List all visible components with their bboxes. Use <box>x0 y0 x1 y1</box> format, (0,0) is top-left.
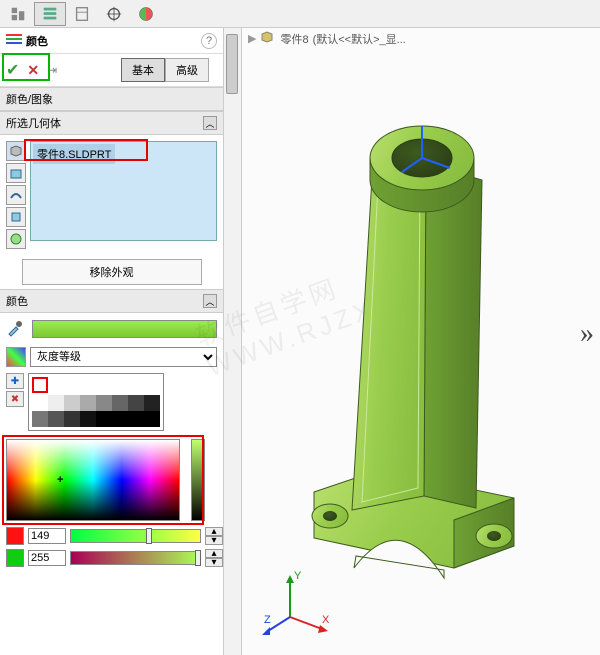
collapse-icon[interactable]: ︿ <box>203 116 217 130</box>
panel-tab-strip <box>0 0 600 28</box>
current-color-swatch[interactable] <box>32 320 217 338</box>
mode-switch: 基本 高级 <box>121 58 209 82</box>
r-value-input[interactable] <box>28 528 66 544</box>
svg-text:Z: Z <box>264 614 271 626</box>
g-swatch <box>6 549 24 567</box>
filter-surface-icon[interactable] <box>6 185 26 205</box>
crumb-state[interactable]: (默认<<默认>_显... <box>313 31 406 47</box>
rgb-g-row: ▴▾ <box>0 547 223 569</box>
swatch-area: ✚ ✖ <box>0 369 223 435</box>
palette-select[interactable]: 灰度等级 <box>30 347 217 367</box>
tab-property-manager[interactable] <box>34 2 66 26</box>
swatch-tools: ✚ ✖ <box>6 373 24 431</box>
filter-face-icon[interactable] <box>6 163 26 183</box>
section-geometry-label: 所选几何体 <box>6 115 61 131</box>
collapse-icon[interactable]: ︿ <box>203 294 217 308</box>
highlight-first-swatch <box>32 377 48 393</box>
g-value-input[interactable] <box>28 550 66 566</box>
part-icon <box>260 30 276 47</box>
mode-basic[interactable]: 基本 <box>121 58 165 82</box>
tab-feature-tree[interactable] <box>2 2 34 26</box>
rgb-r-row: ▴▾ <box>0 525 223 547</box>
filter-icons <box>6 141 26 249</box>
section-color[interactable]: 颜色 ︿ <box>0 289 223 313</box>
orientation-triad[interactable]: Y X Z <box>262 567 332 637</box>
cancel-button[interactable]: ✕ <box>27 62 39 79</box>
color-lines-icon <box>6 32 22 49</box>
selection-list[interactable]: 零件8.SLDPRT <box>30 141 217 241</box>
eyedropper-icon[interactable] <box>6 319 26 339</box>
selection-item[interactable]: 零件8.SLDPRT <box>33 144 115 164</box>
pin-button[interactable]: ⇥ <box>47 63 57 77</box>
geometry-body: 零件8.SLDPRT <box>0 135 223 255</box>
g-slider[interactable] <box>70 551 201 565</box>
r-swatch <box>6 527 24 545</box>
crumb-part[interactable]: 零件8 <box>280 31 308 47</box>
model-view[interactable] <box>244 68 600 628</box>
remove-swatch-button[interactable]: ✖ <box>6 391 24 407</box>
hue-cursor[interactable]: + <box>57 474 69 486</box>
hue-picker-area: + <box>0 435 223 525</box>
section-color-image[interactable]: 颜色/图象 <box>0 87 223 111</box>
property-panel: 颜色 ? ✔ ✕ ⇥ 基本 高级 颜色/图象 所选几何体 ︿ 零件8.SLDPR… <box>0 28 224 655</box>
filter-feature-icon[interactable] <box>6 229 26 249</box>
chevron-right-icon: ▶ <box>248 32 256 45</box>
remove-appearance-button[interactable]: 移除外观 <box>22 259 202 285</box>
section-color-label: 颜色 <box>6 293 28 309</box>
tab-dimxpert[interactable] <box>98 2 130 26</box>
mode-advanced[interactable]: 高级 <box>165 58 209 82</box>
add-swatch-button[interactable]: ✚ <box>6 373 24 389</box>
section-color-image-label: 颜色/图象 <box>6 91 53 107</box>
r-down[interactable]: ▾ <box>205 536 223 545</box>
g-down[interactable]: ▾ <box>205 558 223 567</box>
panel-scrollbar[interactable] <box>224 28 242 655</box>
action-row: ✔ ✕ ⇥ 基本 高级 <box>0 54 223 87</box>
current-color-row <box>0 313 223 345</box>
viewport[interactable]: ▶ 零件8 (默认<<默认>_显... 软件自学网WWW.RJZXW.COM <box>224 28 600 655</box>
value-strip[interactable] <box>191 439 205 521</box>
swatch-grid[interactable] <box>28 373 164 431</box>
section-geometry[interactable]: 所选几何体 ︿ <box>0 111 223 135</box>
breadcrumb[interactable]: ▶ 零件8 (默认<<默认>_显... <box>248 30 406 47</box>
expand-bracket-icon[interactable]: » <box>580 318 594 350</box>
svg-text:X: X <box>322 614 330 626</box>
tab-config[interactable] <box>66 2 98 26</box>
palette-select-row: 灰度等级 <box>0 345 223 369</box>
svg-text:Y: Y <box>294 570 302 582</box>
panel-title: 颜色 <box>26 33 48 49</box>
filter-part-icon[interactable] <box>6 141 26 161</box>
r-slider[interactable] <box>70 529 201 543</box>
ok-button[interactable]: ✔ <box>6 60 19 80</box>
tab-appearance[interactable] <box>130 2 162 26</box>
hue-field[interactable]: + <box>6 439 180 521</box>
scroll-thumb[interactable] <box>226 34 238 94</box>
filter-body-icon[interactable] <box>6 207 26 227</box>
help-button[interactable]: ? <box>201 33 217 49</box>
panel-title-row: 颜色 ? <box>0 28 223 54</box>
palette-icon[interactable] <box>6 347 26 367</box>
